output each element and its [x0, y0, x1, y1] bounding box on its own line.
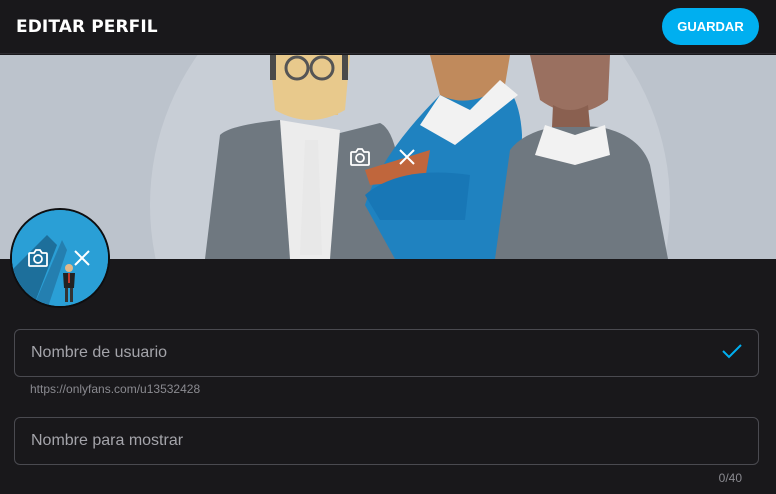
camera-icon[interactable]	[24, 244, 52, 272]
save-button[interactable]: GUARDAR	[662, 8, 759, 45]
top-bar: EDITAR PERFIL GUARDAR	[0, 0, 776, 54]
character-counter: 0/40	[718, 471, 742, 485]
display-name-input[interactable]	[31, 432, 742, 450]
close-icon[interactable]	[393, 143, 421, 171]
username-field[interactable]	[14, 329, 759, 377]
cover-image	[0, 55, 776, 259]
profile-url: https://onlyfans.com/u13532428	[30, 382, 201, 396]
avatar-actions	[24, 244, 96, 272]
page-title: EDITAR PERFIL	[16, 16, 158, 37]
check-icon	[722, 343, 742, 364]
close-icon[interactable]	[68, 244, 96, 272]
cover-actions	[346, 143, 421, 171]
display-name-field[interactable]	[14, 417, 759, 465]
username-input[interactable]	[31, 344, 722, 362]
camera-icon[interactable]	[346, 143, 374, 171]
